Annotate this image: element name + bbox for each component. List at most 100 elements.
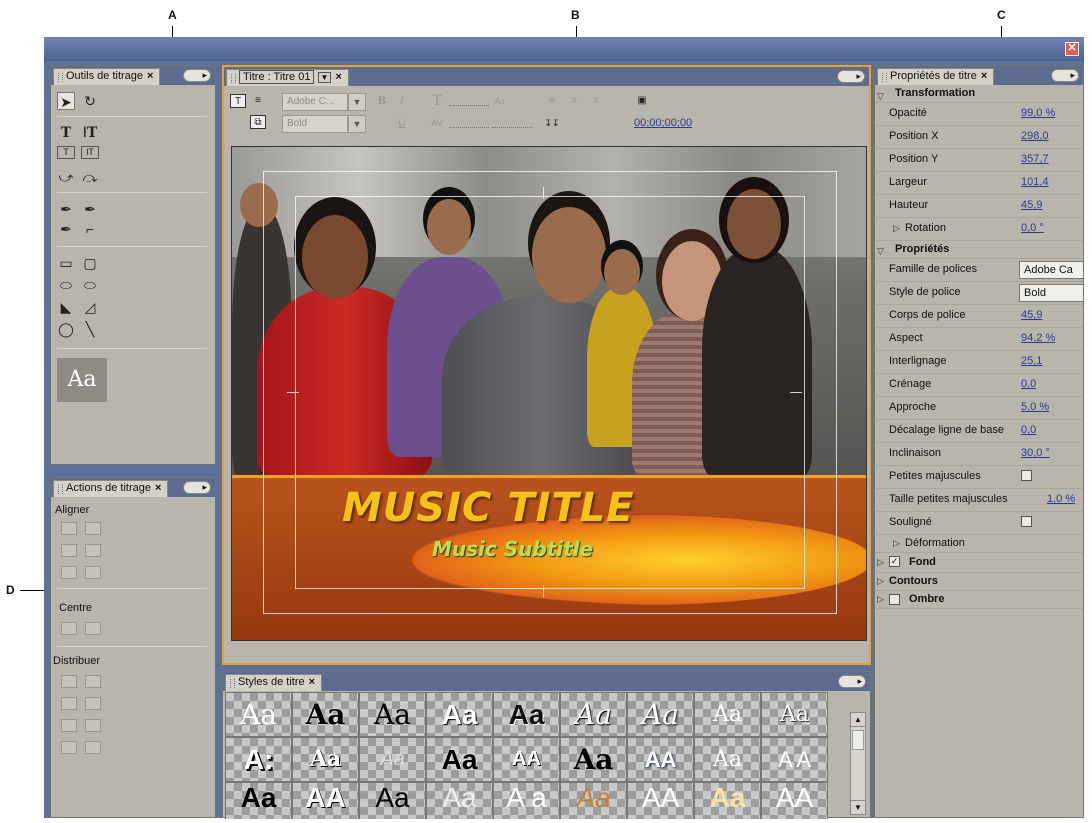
distribute-bottom-icon[interactable] <box>85 719 101 732</box>
show-background-video-icon[interactable]: ▣ <box>634 94 650 108</box>
chevron-right-icon[interactable]: ▷ <box>893 223 900 234</box>
arc-tool-icon[interactable]: ◿ <box>81 298 99 316</box>
prop-value[interactable]: 357,7 <box>1021 153 1049 165</box>
add-anchor-tool-icon[interactable]: ✒ <box>57 220 75 238</box>
styles-scrollbar[interactable]: ▲ ▼ <box>850 712 866 815</box>
prop-value[interactable]: 0,0 <box>1021 378 1036 390</box>
title-designer-tab[interactable]: Titre : Titre 01 ▼ × <box>226 69 349 86</box>
font-style-dropdown-icon[interactable]: ▼ <box>348 115 366 133</box>
style-swatch[interactable]: Aa <box>225 692 292 737</box>
style-swatch[interactable]: Aa <box>560 692 627 737</box>
new-title-icon[interactable]: T <box>230 94 246 108</box>
close-icon[interactable]: × <box>155 482 161 494</box>
distribute-center-h-icon[interactable] <box>61 697 77 710</box>
chevron-right-icon[interactable]: ▷ <box>877 594 884 605</box>
font-style-field[interactable]: Bold <box>282 115 348 133</box>
rotation-tool-icon[interactable]: ↻ <box>81 92 99 110</box>
scroll-up-icon[interactable]: ▲ <box>851 713 865 727</box>
title-tools-tab[interactable]: Outils de titrage × <box>53 68 161 85</box>
distribute-spacing-v-icon[interactable] <box>85 741 101 754</box>
section-strokes[interactable]: ▷ Contours <box>875 573 1083 591</box>
vertical-area-type-tool-icon[interactable]: ǀT <box>81 146 99 159</box>
style-swatch[interactable]: Aa <box>426 737 493 782</box>
font-family-box[interactable]: Adobe Ca <box>1019 261 1083 279</box>
fill-checkbox[interactable]: ✓ <box>889 556 900 567</box>
prop-value[interactable]: 99,0 % <box>1021 107 1055 119</box>
leading-icon[interactable]: A↕ <box>492 94 508 108</box>
style-swatch[interactable]: A A <box>761 737 828 782</box>
style-swatch[interactable]: AA <box>493 737 560 782</box>
style-swatch[interactable]: A a <box>493 782 560 819</box>
ellipse-tool-icon[interactable]: ◯ <box>57 320 75 338</box>
section-shadow[interactable]: ▷ Ombre <box>875 591 1083 609</box>
distribute-top-icon[interactable] <box>85 675 101 688</box>
style-swatch[interactable]: Aa <box>627 692 694 737</box>
style-swatch[interactable]: Aa <box>493 692 560 737</box>
prop-value[interactable]: 101,4 <box>1021 176 1049 188</box>
align-center-text-icon[interactable]: ≡ <box>566 94 582 108</box>
prop-value[interactable]: 94,2 % <box>1021 332 1055 344</box>
font-size-dotted-field[interactable] <box>449 105 489 106</box>
panel-menu-icon[interactable]: ▸ <box>837 70 865 83</box>
small-caps-checkbox[interactable] <box>1021 470 1032 481</box>
section-fill[interactable]: ▷ ✓ Fond <box>875 553 1083 573</box>
panel-menu-icon[interactable]: ▸ <box>183 481 211 494</box>
align-bottom-icon[interactable] <box>85 566 101 579</box>
style-swatch[interactable]: Aa <box>426 692 493 737</box>
selection-tool-icon[interactable]: ➤ <box>57 92 75 110</box>
align-left-icon[interactable] <box>61 522 77 535</box>
font-size-icon[interactable]: T <box>429 94 445 108</box>
section-properties[interactable]: ▽ Propriétés <box>875 241 1083 259</box>
italic-icon[interactable]: I <box>394 95 410 109</box>
distribute-spacing-h-icon[interactable] <box>61 741 77 754</box>
path-type-tool-icon[interactable]: ⤻ <box>57 168 75 186</box>
prop-value[interactable]: 1,0 % <box>1047 493 1075 505</box>
align-right-icon[interactable] <box>61 566 77 579</box>
center-horizontal-icon[interactable] <box>61 622 77 635</box>
style-swatch[interactable]: AA <box>627 782 694 819</box>
prop-value[interactable]: 298,0 <box>1021 130 1049 142</box>
chevron-right-icon[interactable]: ▷ <box>893 538 900 549</box>
font-family-dropdown-icon[interactable]: ▼ <box>348 93 366 111</box>
chevron-right-icon[interactable]: ▷ <box>877 576 884 587</box>
chevron-down-icon[interactable]: ▽ <box>877 91 884 102</box>
font-style-box[interactable]: Bold <box>1019 284 1083 302</box>
prop-value[interactable]: 0,0 <box>1021 424 1036 436</box>
clipped-corner-rectangle-tool-icon[interactable]: ⬭ <box>57 276 75 294</box>
prop-value[interactable]: 0,0 ° <box>1021 222 1044 234</box>
section-transformation[interactable]: ▽ Transformation <box>875 86 1083 103</box>
chevron-right-icon[interactable]: ▷ <box>877 557 884 568</box>
align-left-text-icon[interactable]: ≡ <box>544 94 560 108</box>
tab-stops-icon[interactable]: ↧↧ <box>544 116 560 130</box>
pen-tool-icon[interactable]: ✒ <box>57 200 75 218</box>
style-swatch[interactable]: Aa <box>694 692 761 737</box>
title-styles-tab[interactable]: Styles de titre × <box>225 674 323 691</box>
prop-value[interactable]: 30,0 ° <box>1021 447 1050 459</box>
line-tool-icon[interactable]: ╲ <box>81 320 99 338</box>
roll-crawl-options-icon[interactable]: ≡ <box>250 94 266 108</box>
prop-value[interactable]: 25,1 <box>1021 355 1042 367</box>
title-preview-canvas[interactable]: MUSIC TITLE Music Subtitle <box>231 146 867 641</box>
leading-dotted-field[interactable] <box>492 127 532 128</box>
style-swatch[interactable]: A: <box>225 737 292 782</box>
distribute-left-icon[interactable] <box>61 675 77 688</box>
underline-checkbox[interactable] <box>1021 516 1032 527</box>
wedge-tool-icon[interactable]: ◣ <box>57 298 75 316</box>
area-type-tool-icon[interactable]: T <box>57 146 75 159</box>
convert-anchor-tool-icon[interactable]: ⌐ <box>81 220 99 238</box>
font-family-field[interactable]: Adobe C... <box>282 93 348 111</box>
scroll-thumb[interactable] <box>852 730 864 750</box>
align-right-text-icon[interactable]: ≡ <box>588 94 604 108</box>
chevron-down-icon[interactable]: ▽ <box>877 246 884 257</box>
panel-menu-icon[interactable]: ▸ <box>838 675 866 688</box>
panel-menu-icon[interactable]: ▸ <box>1051 69 1079 82</box>
close-icon[interactable]: × <box>147 70 153 82</box>
style-swatch[interactable]: AA <box>627 737 694 782</box>
style-swatch[interactable]: Aa <box>694 737 761 782</box>
title-actions-tab[interactable]: Actions de titrage × <box>53 480 169 497</box>
scroll-down-icon[interactable]: ▼ <box>851 800 865 814</box>
underline-icon[interactable]: U <box>394 117 410 131</box>
distribute-center-v-icon[interactable] <box>85 697 101 710</box>
style-swatch[interactable]: Aa <box>694 782 761 819</box>
vertical-type-tool-icon[interactable]: ǀT <box>81 124 99 142</box>
